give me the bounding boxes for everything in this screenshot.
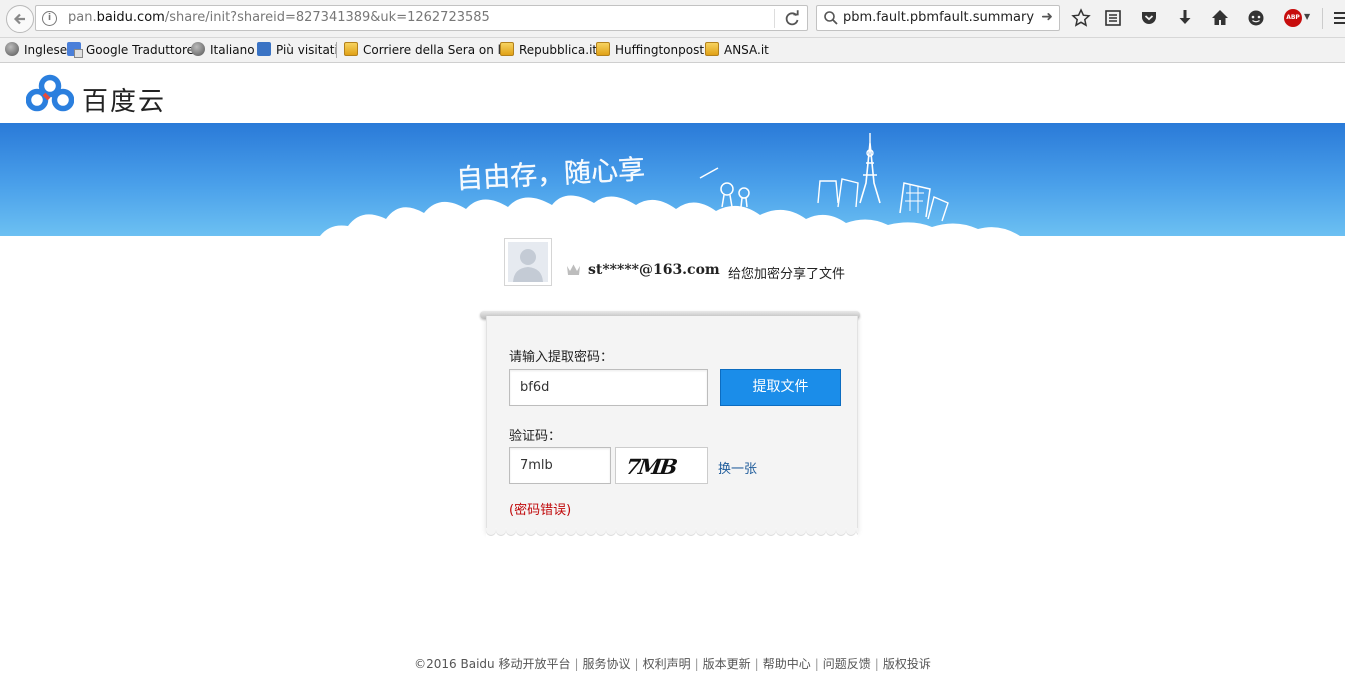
bookmark-inglese[interactable]: Inglese <box>5 42 67 57</box>
bookmark-corriere[interactable]: Corriere della Sera on l... <box>344 42 512 57</box>
refresh-captcha-link[interactable]: 换一张 <box>718 458 757 477</box>
bookmark-huffingtonpost[interactable]: Huffingtonpost <box>596 42 704 57</box>
footer-link-version-update[interactable]: 版本更新 <box>703 657 751 671</box>
baidu-cloud-logo-icon[interactable] <box>26 74 74 112</box>
captcha-text: 7MB <box>624 454 678 479</box>
avatar[interactable] <box>504 238 552 286</box>
globe-icon <box>5 42 19 56</box>
share-owner-name[interactable]: st*****@163.com <box>588 262 720 278</box>
footer-separator: | <box>814 657 819 671</box>
banner-slogan: 自由存，随心享 <box>455 154 645 195</box>
menu-icon[interactable] <box>1331 8 1345 28</box>
pocket-icon[interactable] <box>1139 8 1159 28</box>
site-header: 百度云 <box>0 63 1345 122</box>
toolbar-divider <box>1322 8 1323 29</box>
footer-separator: | <box>874 657 879 671</box>
downloads-icon[interactable] <box>1175 8 1195 28</box>
adblock-dropdown-icon[interactable]: ▼ <box>1304 12 1310 21</box>
captcha-image[interactable]: 7MB <box>615 447 708 484</box>
footer-link-rights-statement[interactable]: 权利声明 <box>643 657 691 671</box>
bookmark-repubblica[interactable]: Repubblica.it <box>500 42 597 57</box>
globe-icon <box>191 42 205 56</box>
footer-link-feedback[interactable]: 问题反馈 <box>823 657 871 671</box>
footer-separator: | <box>574 657 579 671</box>
search-icon <box>824 11 838 25</box>
rss-feed-icon <box>596 42 610 56</box>
home-icon[interactable] <box>1210 8 1230 28</box>
footer-separator: | <box>634 657 639 671</box>
extract-file-button[interactable]: 提取文件 <box>720 369 841 406</box>
password-label: 请输入提取密码： <box>509 350 614 365</box>
bookmark-google-traduttore[interactable]: Google Traduttore <box>67 42 194 58</box>
reload-icon[interactable] <box>782 9 802 29</box>
bookmark-star-icon[interactable] <box>1071 8 1091 28</box>
rss-feed-icon <box>500 42 514 56</box>
banner: 自由存，随心享 <box>0 123 1345 236</box>
back-button[interactable] <box>6 5 34 33</box>
bookmark-piu-visitati[interactable]: Più visitati <box>257 42 338 57</box>
rss-feed-icon <box>344 42 358 56</box>
bookmark-ansa[interactable]: ANSA.it <box>705 42 769 57</box>
back-arrow-icon <box>13 13 25 25</box>
url-text[interactable]: pan.baidu.com/share/init?shareid=8273413… <box>68 10 490 25</box>
adblock-plus-icon[interactable]: ABP <box>1284 9 1302 27</box>
search-go-arrow-icon[interactable]: ➜ <box>1041 9 1053 25</box>
browser-toolbar: i pan.baidu.com/share/init?shareid=82734… <box>0 0 1345 38</box>
password-input[interactable] <box>509 369 708 406</box>
bookmarks-toolbar: Inglese Google Traduttore Italiano Più v… <box>0 38 1345 63</box>
reading-list-icon[interactable] <box>1103 8 1123 28</box>
footer-link-service-agreement[interactable]: 服务协议 <box>583 657 631 671</box>
default-avatar-icon <box>508 242 548 282</box>
footer-separator: | <box>754 657 759 671</box>
footer: ©2016 Baidu 移动开放平台 | 服务协议 | 权利声明 | 版本更新 | 帮助中心 | 问… <box>0 655 1345 672</box>
card-scalloped-edge <box>486 528 858 542</box>
url-divider <box>774 9 775 28</box>
footer-link-copyright-complaint[interactable]: 版权投诉 <box>883 657 931 671</box>
most-visited-icon <box>257 42 271 56</box>
banner-illustration: 自由存，随心享 <box>320 133 1020 236</box>
verification-code-label: 验证码： <box>509 429 562 444</box>
footer-link-help-center[interactable]: 帮助中心 <box>763 657 811 671</box>
share-message: 给您加密分享了文件 <box>728 267 846 282</box>
bookmark-divider <box>336 42 337 58</box>
site-info-icon[interactable]: i <box>42 11 57 26</box>
chat-icon[interactable] <box>1246 8 1266 28</box>
password-error-message: (密码错误) <box>509 503 572 518</box>
search-input[interactable]: pbm.fault.pbmfault.summary <box>843 10 1034 25</box>
address-bar[interactable]: i pan.baidu.com/share/init?shareid=82734… <box>35 5 808 31</box>
bookmark-italiano[interactable]: Italiano <box>191 42 255 57</box>
footer-copyright: ©2016 Baidu <box>414 657 495 671</box>
verification-code-input[interactable] <box>509 447 611 484</box>
search-bar[interactable]: pbm.fault.pbmfault.summary ➜ <box>816 5 1060 31</box>
logo-text[interactable]: 百度云 <box>82 81 166 118</box>
crown-icon <box>567 264 580 275</box>
footer-link-mobile-platform[interactable]: 移动开放平台 <box>498 657 570 671</box>
google-translate-icon <box>67 42 83 58</box>
rss-feed-icon <box>705 42 719 56</box>
footer-separator: | <box>694 657 699 671</box>
